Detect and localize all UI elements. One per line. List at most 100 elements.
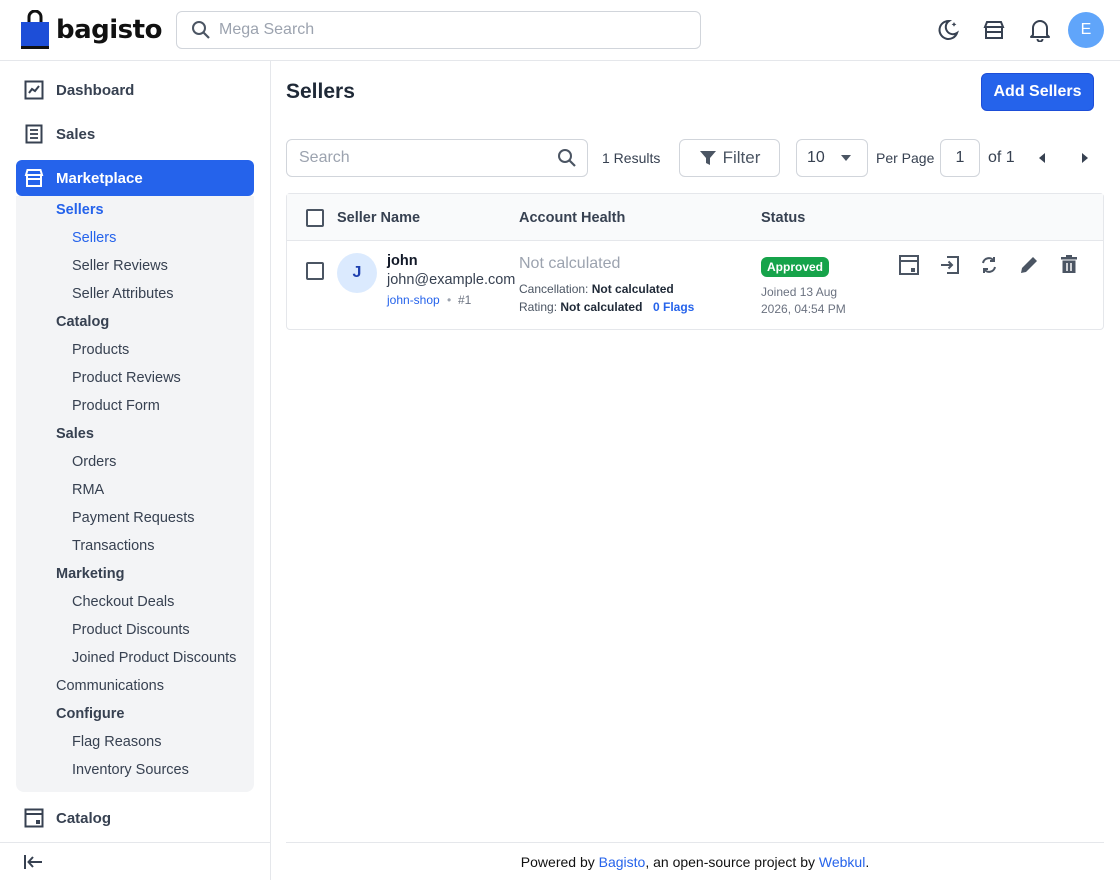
column-account-health[interactable]: Account Health [519,210,625,226]
column-seller-name[interactable]: Seller Name [337,210,420,226]
cancellation-value: Not calculated [591,282,674,296]
storefront-icon[interactable] [981,17,1007,43]
caret-down-icon [841,155,851,161]
sidebar-item-catalog[interactable]: Catalog [16,800,254,836]
catalog-icon [24,808,44,828]
table-row: J john john@example.com john-shop • #1 N… [287,241,1103,329]
rating: Rating: Not calculated [519,300,642,314]
notification-bell-icon[interactable] [1027,17,1053,43]
logo-text: bagisto [56,15,162,45]
delete-icon[interactable] [1057,253,1081,277]
footer-prefix: Powered by [520,854,599,870]
joined-date-line: 2026, 04:54 PM [761,302,846,316]
submenu-item-seller-attributes[interactable]: Seller Attributes [72,286,174,302]
search-icon [192,21,210,39]
bagisto-logo[interactable]: bagisto [20,10,162,50]
submenu-item-product-form[interactable]: Product Form [72,398,160,414]
user-avatar[interactable]: E [1068,12,1104,48]
sellers-table: Seller Name Account Health Status J john… [286,193,1104,330]
seller-id: #1 [458,293,472,307]
submenu-item-product-reviews[interactable]: Product Reviews [72,370,181,386]
sidebar-item-label: Catalog [56,809,112,827]
datagrid-search-box[interactable] [286,139,588,177]
sidebar-item-label: Marketplace [56,169,143,187]
sidebar-collapse-bar [0,842,270,880]
mega-search-box[interactable] [176,11,701,49]
separator-dot: • [447,293,452,307]
mega-search-input[interactable] [219,21,679,39]
add-sellers-button[interactable]: Add Sellers [981,73,1094,111]
submenu-item-flag-reasons[interactable]: Flag Reasons [72,734,161,750]
submenu-group-sales[interactable]: Sales [56,426,94,442]
column-status[interactable]: Status [761,210,805,226]
seller-name: john [387,253,418,269]
datagrid-search-input[interactable] [299,149,557,167]
sidebar-item-marketplace[interactable]: Marketplace [16,160,254,196]
select-all-checkbox[interactable] [306,209,324,227]
sidebar-item-dashboard[interactable]: Dashboard [16,72,254,108]
edit-icon[interactable] [1017,253,1041,277]
cancellation-rate: Cancellation: Not calculated [519,282,674,296]
per-page-select[interactable]: 10 [796,139,868,177]
sidebar: Dashboard Sales Marketplace Sellers Sell… [0,61,271,880]
dashboard-icon [24,80,44,100]
page-total-label: of 1 [988,149,1015,166]
previous-page-icon[interactable] [1039,153,1045,163]
submenu-item-transactions[interactable]: Transactions [72,538,154,554]
rating-label: Rating: [519,300,558,314]
filter-button[interactable]: Filter [679,139,780,177]
webkul-link[interactable]: Webkul [819,854,865,870]
submenu-group-catalog[interactable]: Catalog [56,314,109,330]
marketplace-store-icon [24,169,44,187]
submenu-item-orders[interactable]: Orders [72,454,116,470]
submenu-item-checkout-deals[interactable]: Checkout Deals [72,594,174,610]
seller-shop-link[interactable]: john-shop [387,293,440,307]
status-badge: Approved [761,257,830,277]
seller-avatar: J [337,253,377,293]
table-header: Seller Name Account Health Status [287,194,1103,241]
submenu-item-inventory-sources[interactable]: Inventory Sources [72,762,189,778]
page-number-input[interactable] [940,139,980,177]
submenu-item-seller-reviews[interactable]: Seller Reviews [72,258,168,274]
footer-middle: , an open-source project by [645,854,819,870]
submenu-item-rma[interactable]: RMA [72,482,104,498]
rating-value: Not calculated [560,300,643,314]
seller-email: john@example.com [387,272,516,288]
submenu-group-marketing[interactable]: Marketing [56,566,125,582]
submenu-item-payment-requests[interactable]: Payment Requests [72,510,195,526]
view-store-icon[interactable] [897,253,921,277]
submenu-group-configure[interactable]: Configure [56,706,124,722]
top-bar: bagisto E [0,0,1120,61]
per-page-label: Per Page [876,150,935,166]
submenu-group-sellers[interactable]: Sellers [56,202,104,218]
submenu-item-products[interactable]: Products [72,342,129,358]
results-count: 1 Results [602,150,661,166]
marketplace-submenu: Sellers Sellers Seller Reviews Seller At… [16,196,254,792]
login-as-seller-icon[interactable] [938,253,962,277]
filter-icon [699,151,716,165]
filter-label: Filter [722,148,761,167]
submenu-item-joined-product-discounts[interactable]: Joined Product Discounts [72,650,236,666]
submenu-item-sellers[interactable]: Sellers [72,230,116,246]
next-page-icon[interactable] [1082,153,1088,163]
footer-suffix: . [865,854,870,870]
sidebar-item-sales[interactable]: Sales [16,116,254,152]
submenu-item-communications[interactable]: Communications [56,678,164,694]
per-page-value: 10 [807,149,825,166]
page-title: Sellers [286,80,355,103]
sync-icon[interactable] [977,253,1001,277]
joined-date-line: Joined 13 Aug [761,285,838,299]
cancellation-label: Cancellation: [519,282,589,296]
flags-link[interactable]: 0 Flags [653,300,694,314]
sidebar-item-label: Dashboard [56,81,135,99]
shopping-bag-logo-icon [21,10,49,49]
row-checkbox[interactable] [306,262,324,280]
bagisto-link[interactable]: Bagisto [599,854,646,870]
submenu-item-product-discounts[interactable]: Product Discounts [72,622,190,638]
footer: Powered by Bagisto, an open-source proje… [286,842,1104,880]
dark-mode-icon[interactable] [935,17,961,43]
sidebar-item-label: Sales [56,125,96,143]
collapse-sidebar-icon[interactable] [23,852,43,877]
account-health-value: Not calculated [519,255,621,272]
search-icon[interactable] [557,148,577,168]
